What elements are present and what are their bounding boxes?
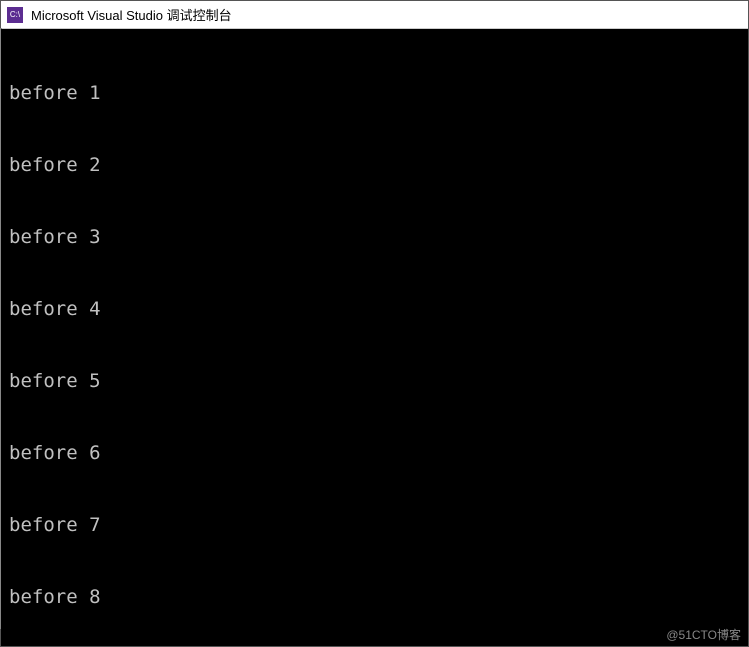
console-line: before 4	[9, 297, 748, 321]
console-line: before 6	[9, 441, 748, 465]
window-title: Microsoft Visual Studio 调试控制台	[31, 5, 232, 24]
console-line: before 7	[9, 513, 748, 537]
console-line: before 2	[9, 153, 748, 177]
visual-studio-console-icon: C:\	[7, 7, 23, 23]
console-output[interactable]: before 1 before 2 before 3 before 4 befo…	[1, 29, 748, 646]
console-line: before 5	[9, 369, 748, 393]
app-icon-text: C:\	[10, 10, 20, 19]
console-window: C:\ Microsoft Visual Studio 调试控制台 before…	[0, 0, 749, 647]
watermark-text: @51CTO博客	[666, 626, 741, 643]
titlebar[interactable]: C:\ Microsoft Visual Studio 调试控制台	[1, 1, 748, 29]
console-line: before 3	[9, 225, 748, 249]
console-line: before 1	[9, 81, 748, 105]
console-line: before 8	[9, 585, 748, 609]
